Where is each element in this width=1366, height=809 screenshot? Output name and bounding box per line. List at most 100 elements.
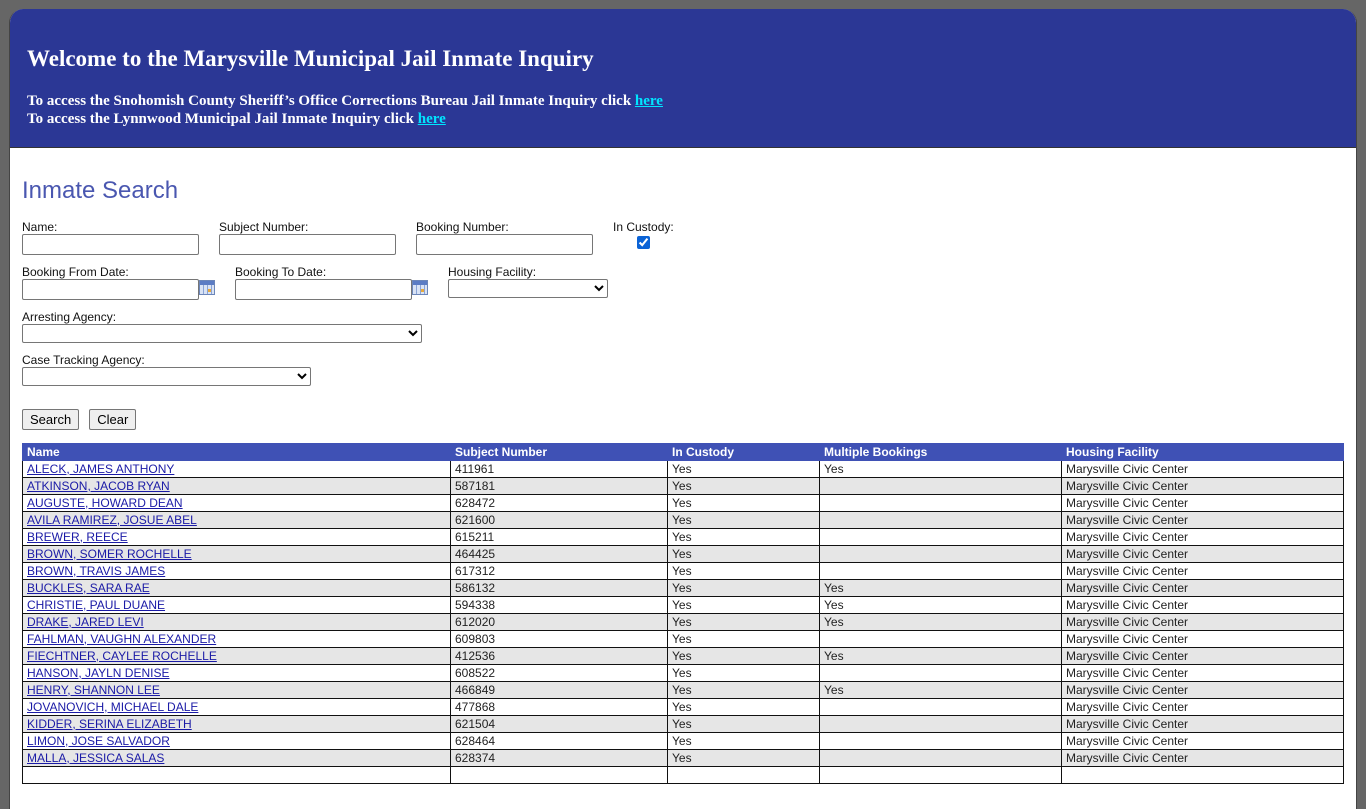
cell-subject-number: 621504 (450, 715, 668, 733)
inmate-name-link[interactable]: HANSON, JAYLN DENISE (27, 666, 169, 680)
housing-facility-select[interactable] (448, 279, 608, 298)
search-button[interactable]: Search (22, 409, 80, 430)
inmate-name-link[interactable]: BROWN, TRAVIS JAMES (27, 564, 165, 578)
housing-facility-label: Housing Facility: (448, 265, 537, 279)
subject-number-input[interactable] (219, 234, 396, 255)
booking-from-date-input[interactable] (22, 279, 199, 300)
cell-subject-number: 628374 (450, 749, 668, 767)
cell-housing-facility-value: Marysville Civic Center (1066, 716, 1189, 731)
cell-housing-facility-value: Marysville Civic Center (1066, 478, 1189, 493)
cell-subject-number: 609803 (450, 630, 668, 648)
cell-in-custody: Yes (667, 494, 820, 512)
column-header-multiple-bookings[interactable]: Multiple Bookings (819, 443, 1062, 461)
column-header-name[interactable]: Name (22, 443, 451, 461)
cell-housing-facility: Marysville Civic Center (1061, 749, 1344, 767)
column-header-subject-number[interactable]: Subject Number (450, 443, 668, 461)
case-tracking-agency-select[interactable] (22, 367, 311, 386)
inmate-name-link[interactable]: ATKINSON, JACOB RYAN (27, 479, 170, 493)
cell-subject-number: 466849 (450, 681, 668, 699)
cell-multiple-bookings: Yes (819, 647, 1062, 665)
booking-number-input[interactable] (416, 234, 593, 255)
cell-name: BREWER, REECE (22, 528, 451, 546)
in-custody-checkbox[interactable] (637, 236, 650, 249)
arresting-agency-select[interactable] (22, 324, 422, 343)
inmate-name-link[interactable]: BROWN, SOMER ROCHELLE (27, 547, 192, 561)
cell-in-custody: Yes (667, 647, 820, 665)
form-row-4: Case Tracking Agency: (22, 353, 1344, 409)
table-row: BROWN, TRAVIS JAMES 617312 Yes Marysville C… (22, 562, 1344, 580)
column-header-housing-facility[interactable]: Housing Facility (1061, 443, 1344, 461)
inmate-name-link[interactable]: ALECK, JAMES ANTHONY (27, 462, 174, 476)
cell-in-custody: Yes (667, 732, 820, 750)
inmate-name-link[interactable]: DRAKE, JARED LEVI (27, 615, 144, 629)
cell-housing-facility-value: Marysville Civic Center (1066, 495, 1189, 510)
inmate-name-link[interactable]: LIMON, JOSE SALVADOR (27, 734, 170, 748)
cell-subject-number-value: 628464 (455, 733, 496, 748)
cell-housing-facility: Marysville Civic Center (1061, 579, 1344, 597)
results-table: Name Subject Number In Custody Multiple … (22, 443, 1344, 784)
cell-housing-facility: Marysville Civic Center (1061, 511, 1344, 529)
inmate-name-link[interactable]: KIDDER, SERINA ELIZABETH (27, 717, 192, 731)
cell-housing-facility: Marysville Civic Center (1061, 647, 1344, 665)
cell-multiple-bookings (819, 545, 1062, 563)
cell-housing-facility: Marysville Civic Center (1061, 528, 1344, 546)
cell-in-custody-value: Yes (672, 631, 692, 646)
inmate-name-link[interactable]: AUGUSTE, HOWARD DEAN (27, 496, 183, 510)
cell-in-custody-value: Yes (672, 546, 692, 561)
cell-subject-number-value: 464425 (455, 546, 496, 561)
cell-in-custody-value: Yes (672, 597, 692, 612)
cell-subject-number: 411961 (450, 460, 668, 478)
inmate-name-link[interactable]: BUCKLES, SARA RAE (27, 581, 150, 595)
cell-subject-number-value: 621600 (455, 512, 496, 527)
inmate-name-link[interactable]: MALLA, JESSICA SALAS (27, 751, 164, 765)
booking-from-date-label: Booking From Date: (22, 265, 129, 279)
cell-name: ATKINSON, JACOB RYAN (22, 477, 451, 495)
cell-name: MALLA, JESSICA SALAS (22, 749, 451, 767)
table-row: BREWER, REECE 615211 Yes Marysville Civic C… (22, 528, 1344, 546)
snohomish-link-text: To access the Snohomish County Sheriff’s… (27, 93, 635, 109)
inmate-name-link[interactable]: JOVANOVICH, MICHAEL DALE (27, 700, 198, 714)
snohomish-here-link[interactable]: here (635, 93, 663, 109)
cell-name: AVILA RAMIREZ, JOSUE ABEL (22, 511, 451, 529)
inmate-name-link[interactable]: FIECHTNER, CAYLEE ROCHELLE (27, 649, 217, 663)
cell-in-custody: Yes (667, 596, 820, 614)
column-header-in-custody[interactable]: In Custody (667, 443, 820, 461)
table-row: FAHLMAN, VAUGHN ALEXANDER 609803 Yes Marysv… (22, 630, 1344, 648)
cell-in-custody-value: Yes (672, 614, 692, 629)
cell-subject-number: 621600 (450, 511, 668, 529)
booking-from-date-group: Booking From Date: (22, 265, 215, 300)
table-row: BROWN, SOMER ROCHELLE 464425 Yes Marysville… (22, 545, 1344, 563)
booking-to-date-input[interactable] (235, 279, 412, 300)
cell-housing-facility: Marysville Civic Center (1061, 596, 1344, 614)
inmate-name-link[interactable]: BREWER, REECE (27, 530, 128, 544)
form-row-1: Name: Subject Number: Booking Number: In… (22, 220, 1344, 265)
inmate-name-link[interactable]: CHRISTIE, PAUL DUANE (27, 598, 165, 612)
table-row: DRAKE, JARED LEVI 612020 Yes Yes Marysville … (22, 613, 1344, 631)
cell-in-custody-value: Yes (672, 461, 692, 476)
cell-name: FAHLMAN, VAUGHN ALEXANDER (22, 630, 451, 648)
inmate-name-link[interactable]: HENRY, SHANNON LEE (27, 683, 160, 697)
calendar-icon[interactable] (412, 280, 428, 295)
clear-button[interactable]: Clear (89, 409, 137, 430)
cell-subject-number-value: 621504 (455, 716, 496, 731)
cell-subject-number-value: 587181 (455, 478, 496, 493)
cell-housing-facility: Marysville Civic Center (1061, 698, 1344, 716)
cell-subject-number-value: 617312 (455, 563, 496, 578)
table-row: ALECK, JAMES ANTHONY 411961 Yes Yes Marysvil… (22, 460, 1344, 478)
inmate-name-link[interactable]: AVILA RAMIREZ, JOSUE ABEL (27, 513, 197, 527)
table-row: LIMON, JOSE SALVADOR 628464 Yes Marysville … (22, 732, 1344, 750)
calendar-icon[interactable] (199, 280, 215, 295)
subject-number-field-group: Subject Number: (219, 220, 396, 255)
cell-in-custody: Yes (667, 460, 820, 478)
cell-multiple-bookings (819, 477, 1062, 495)
lynnwood-here-link[interactable]: here (418, 111, 446, 127)
subject-number-label: Subject Number: (219, 220, 309, 234)
cell-subject-number-value: 594338 (455, 597, 496, 612)
cell-multiple-bookings: Yes (819, 681, 1062, 699)
booking-number-label: Booking Number: (416, 220, 509, 234)
cell-subject-number-value: 628472 (455, 495, 496, 510)
inmate-name-link[interactable]: FAHLMAN, VAUGHN ALEXANDER (27, 632, 216, 646)
cell-subject-number-value: 609803 (455, 631, 496, 646)
cell-housing-facility-value: Marysville Civic Center (1066, 512, 1189, 527)
name-input[interactable] (22, 234, 199, 255)
